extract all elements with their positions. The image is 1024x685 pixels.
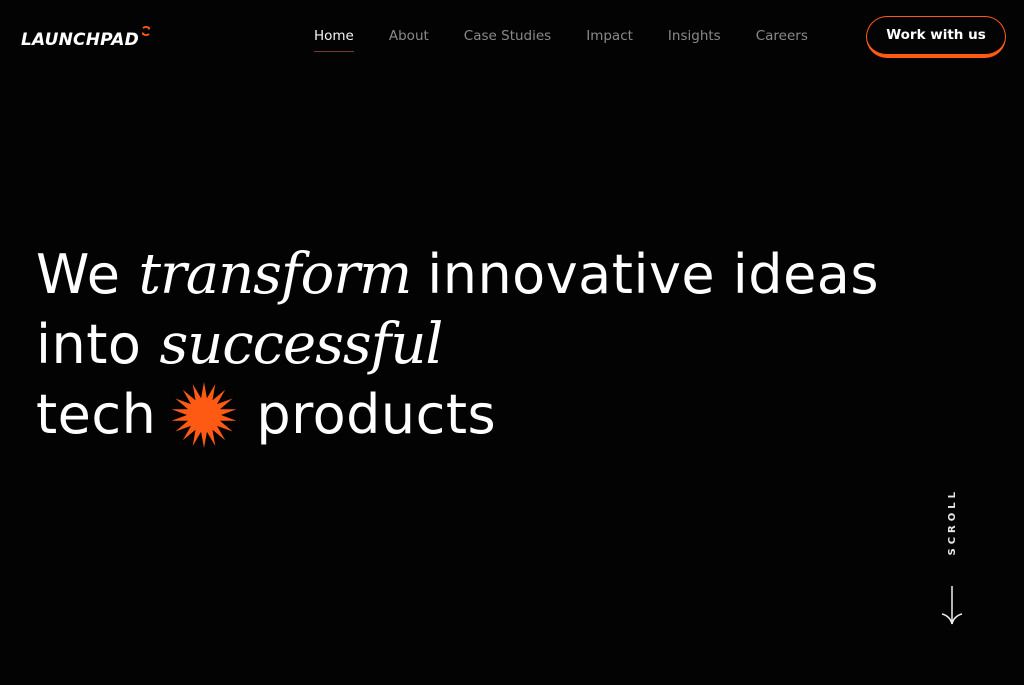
hero-text: innovative ideas	[427, 243, 880, 306]
work-with-us-button[interactable]: Work with us	[866, 16, 1006, 58]
hero-text: products	[256, 383, 497, 446]
hero-line-1: We transform innovative ideas	[36, 240, 879, 310]
landing-page: LAUNCHPAD Home About Case Studies Impact…	[0, 0, 1024, 685]
hero-emphasis: successful	[159, 312, 443, 377]
logo-text: LAUNCHPAD	[21, 30, 139, 50]
refresh-arrows-icon	[140, 25, 152, 37]
starburst-icon	[170, 381, 238, 449]
scroll-label: SCROLL	[946, 488, 958, 556]
arrow-down-icon	[940, 584, 964, 628]
starburst-shape	[171, 382, 237, 448]
hero-line-3: tech products	[36, 380, 879, 450]
scroll-indicator[interactable]: SCROLL	[940, 488, 964, 633]
nav-item-about[interactable]: About	[389, 26, 429, 46]
hero-line-2: into successful	[36, 310, 879, 380]
hero-emphasis: transform	[138, 242, 412, 307]
hero-text: We	[36, 243, 121, 306]
hero-text: into	[36, 313, 142, 376]
nav-item-insights[interactable]: Insights	[668, 26, 721, 46]
main-nav: Home About Case Studies Impact Insights …	[314, 26, 808, 52]
nav-item-home[interactable]: Home	[314, 26, 354, 52]
nav-item-impact[interactable]: Impact	[586, 26, 633, 46]
hero-headline: We transform innovative ideas into succe…	[36, 240, 879, 450]
logo[interactable]: LAUNCHPAD	[21, 25, 152, 52]
nav-item-case-studies[interactable]: Case Studies	[464, 26, 551, 46]
hero-text: tech	[36, 383, 157, 446]
nav-item-careers[interactable]: Careers	[756, 26, 808, 46]
